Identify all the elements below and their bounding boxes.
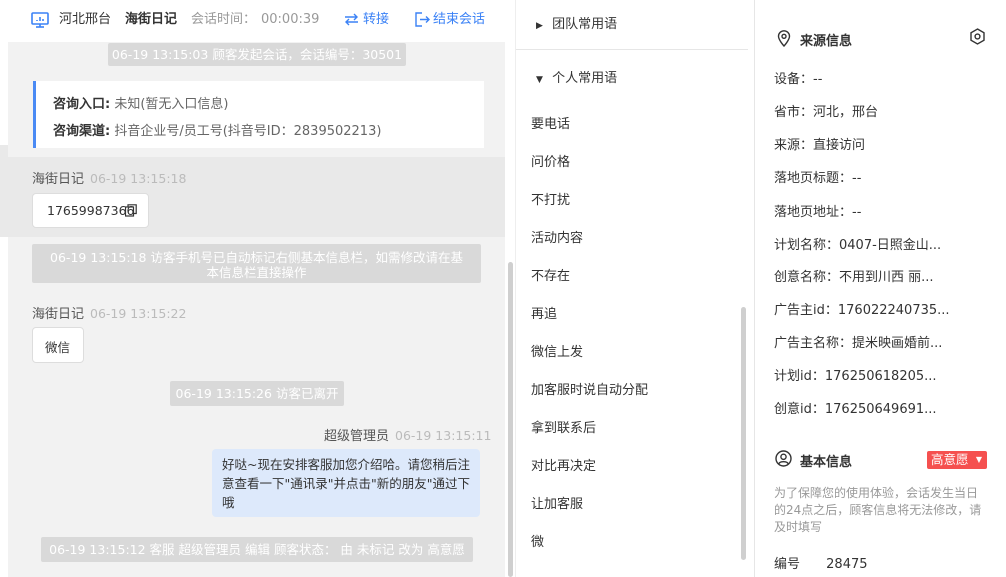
- system-visitor-left: 06-19 13:15:26 访客已离开: [170, 381, 344, 406]
- phrase-item[interactable]: 微信上发: [531, 341, 583, 360]
- message-text: 微信: [45, 340, 71, 355]
- copy-icon[interactable]: [125, 204, 137, 217]
- phrase-item[interactable]: 再追: [531, 303, 557, 322]
- phrase-item[interactable]: 不存在: [531, 265, 570, 284]
- chat-header: 河北邢台 海街日记 会话时间： 00:00:39 转接 结束会话: [8, 0, 505, 42]
- left-strip: [0, 145, 8, 237]
- intent-value: 高意愿: [931, 452, 969, 467]
- id-value: 28475: [826, 557, 868, 572]
- message-time: 06-19 13:15:11: [395, 428, 492, 443]
- intent-dropdown[interactable]: 高意愿 ▼: [927, 451, 987, 469]
- transfer-button[interactable]: 转接: [363, 11, 389, 29]
- source-info-title: 来源信息: [800, 34, 853, 49]
- message-time: 06-19 13:15:22: [90, 306, 187, 321]
- visitor-name: 海街日记: [125, 12, 178, 27]
- region-label: 河北邢台: [59, 12, 112, 27]
- message-bubble-text[interactable]: 微信: [32, 327, 84, 363]
- source-field: 创意名称：不用到川西 丽...: [774, 270, 934, 285]
- phrase-item[interactable]: 活动内容: [531, 227, 583, 246]
- info-panel: 来源信息 设备：-- 省市：河北，邢台 来源：直接访问 落地页标题：-- 落地页…: [755, 0, 1006, 577]
- consult-info-card: 咨询入口: 未知(暂无入口信息) 咨询渠道: 抖音企业号/员工号(抖音号ID：2…: [33, 81, 484, 148]
- source-field: 省市：河北，邢台: [774, 105, 879, 120]
- message-time: 06-19 13:15:18: [90, 171, 187, 186]
- source-field: 广告主名称：提米映画婚前...: [774, 336, 943, 351]
- phrase-item[interactable]: 拿到联系后: [531, 417, 596, 436]
- source-field: 广告主id：176022240735...: [774, 303, 950, 318]
- sender-name: 海街日记: [32, 172, 85, 187]
- team-phrases-label: 团队常用语: [552, 17, 618, 32]
- chat-panel: 河北邢台 海街日记 会话时间： 00:00:39 转接 结束会话 06-19 1…: [8, 0, 505, 577]
- phrase-item[interactable]: 微: [531, 531, 544, 550]
- basic-info-title: 基本信息: [800, 455, 853, 470]
- channel-value: 抖音企业号/员工号(抖音号ID：2839502213): [114, 124, 382, 139]
- monitor-icon: [31, 12, 49, 28]
- edit-notice: 为了保障您的使用体验，会话发生当日的24点之后，顾客信息将无法修改，请及时填写: [774, 486, 982, 534]
- phrase-item[interactable]: 问价格: [531, 151, 570, 170]
- sender-name: 超级管理员: [324, 429, 390, 444]
- location-pin-icon: [777, 30, 791, 47]
- phone-number: 17659987366: [47, 203, 135, 218]
- phrases-panel: ▶ 团队常用语 ▼ 个人常用语 要电话 问价格 不打扰 活动内容 不存在 再追 …: [515, 0, 756, 577]
- entry-label: 咨询入口:: [53, 97, 111, 112]
- entry-row: 咨询入口: 未知(暂无入口信息): [53, 93, 229, 112]
- phrase-item[interactable]: 不打扰: [531, 189, 570, 208]
- source-field: 计划名称：0407-日照金山...: [774, 238, 942, 253]
- exit-icon[interactable]: [415, 12, 430, 27]
- message-bubble-phone[interactable]: 17659987366: [32, 193, 149, 228]
- id-field: 编号 28475: [774, 553, 868, 572]
- system-status-change: 06-19 13:15:12 客服 超级管理员 编辑 顾客状态： 由 未标记 改…: [41, 537, 473, 562]
- reply-sender: 超级管理员 06-19 13:15:11: [324, 425, 491, 444]
- source-field: 计划id：176250618205...: [774, 369, 937, 384]
- personal-phrases-label: 个人常用语: [552, 71, 618, 86]
- phrases-scrollbar[interactable]: [741, 307, 746, 560]
- session-time-label: 会话时间：: [191, 12, 257, 27]
- source-field: 设备：--: [774, 72, 823, 87]
- phrase-item[interactable]: 要电话: [531, 113, 570, 132]
- message-sender: 海街日记 06-19 13:15:22: [32, 303, 186, 322]
- message-sender: 海街日记 06-19 13:15:18: [32, 168, 186, 187]
- caret-down-icon: ▼: [975, 455, 982, 464]
- session-time: 00:00:39: [261, 12, 320, 27]
- team-phrases-header[interactable]: ▶ 团队常用语: [536, 13, 617, 32]
- user-icon: [775, 450, 792, 467]
- system-session-start: 06-19 13:15:03 顾客发起会话，会话编号：30501: [108, 43, 406, 66]
- divider: [516, 49, 748, 50]
- source-field: 落地页地址：--: [774, 205, 862, 220]
- phrase-item[interactable]: 让加客服: [531, 493, 583, 512]
- id-label: 编号: [774, 557, 801, 572]
- sender-name: 海街日记: [32, 307, 85, 322]
- transfer-icon[interactable]: [344, 13, 359, 26]
- reply-bubble[interactable]: 好哒~现在安排客服加您介绍哈。请您稍后注意查看一下"通讯录"并点击"新的朋友"通…: [212, 449, 480, 517]
- phrase-item[interactable]: 加客服时说自动分配: [531, 379, 648, 398]
- channel-row: 咨询渠道: 抖音企业号/员工号(抖音号ID：2839502213): [53, 120, 381, 139]
- phrase-item[interactable]: 对比再决定: [531, 455, 596, 474]
- settings-icon[interactable]: [969, 28, 986, 45]
- source-field: 创意id：176250649691...: [774, 402, 937, 417]
- system-phone-marked: 06-19 13:15:18 访客手机号已自动标记右侧基本信息栏，如需修改请在基…: [32, 244, 481, 283]
- personal-phrases-header[interactable]: ▼ 个人常用语: [536, 67, 617, 86]
- source-field: 落地页标题：--: [774, 171, 862, 186]
- caret-right-icon: ▶: [536, 21, 543, 31]
- entry-value: 未知(暂无入口信息): [114, 97, 229, 112]
- caret-down-icon: ▼: [536, 75, 543, 85]
- chat-scrollbar[interactable]: [508, 262, 513, 577]
- source-field: 来源：直接访问: [774, 138, 866, 153]
- end-session-button[interactable]: 结束会话: [433, 11, 485, 29]
- channel-label: 咨询渠道:: [53, 124, 111, 139]
